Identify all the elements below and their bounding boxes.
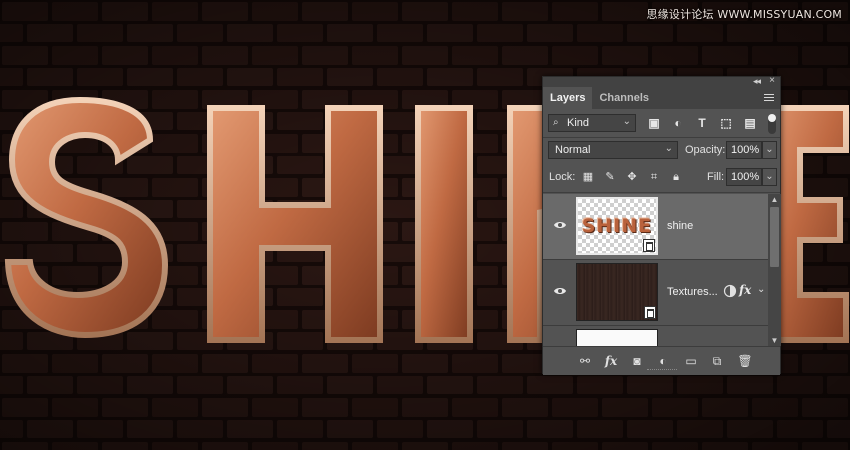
layer-row-shine[interactable]: SHINE shine: [543, 194, 768, 260]
filter-effects-icon[interactable]: [723, 284, 737, 298]
lock-all-icon[interactable]: 🔒︎: [669, 170, 683, 184]
expand-effects-chevron-icon[interactable]: ⌄: [757, 284, 765, 295]
lock-row: Lock: ▦ ✎ ✥ ⌗ 🔒︎ Fill: 100% ⌄: [543, 167, 780, 189]
eye-visibility-icon[interactable]: [553, 286, 567, 296]
add-layer-style-icon[interactable]: fx: [603, 353, 619, 369]
resize-grip[interactable]: [647, 369, 677, 373]
smart-object-badge-icon: [643, 239, 655, 252]
search-icon: ⌕: [553, 117, 559, 128]
smart-object-badge-icon: [644, 306, 656, 319]
fill-input[interactable]: 100%: [726, 168, 762, 186]
close-panel-icon[interactable]: ×: [769, 75, 775, 86]
lock-label: Lock:: [549, 171, 576, 183]
layer-name[interactable]: shine: [667, 220, 693, 232]
layer-fx-indicator[interactable]: fx: [739, 283, 751, 297]
panel-title-bar[interactable]: ◂◂ ×: [543, 75, 780, 87]
tab-channels[interactable]: Channels: [592, 87, 656, 109]
panel-tabs: Layers Channels: [543, 87, 780, 109]
thumbnail-text: SHINE: [581, 215, 653, 237]
layer-list-scrollbar[interactable]: ▲ ▼: [768, 194, 781, 346]
scrollbar-thumb[interactable]: [770, 207, 779, 267]
adjustment-filter-icon[interactable]: ◐: [670, 115, 686, 131]
filter-kind-label: Kind: [567, 117, 590, 129]
opacity-dropdown-icon[interactable]: ⌄: [762, 141, 777, 159]
image-filter-icon[interactable]: ▣: [646, 115, 662, 131]
type-filter-icon[interactable]: T: [694, 115, 710, 131]
shape-filter-icon[interactable]: ⬚: [718, 115, 734, 131]
opacity-label: Opacity:: [685, 144, 726, 156]
lock-position-icon[interactable]: ✥: [625, 170, 639, 184]
filter-kind-select[interactable]: ⌕ Kind ⌄: [548, 114, 636, 132]
layer-thumbnail: [576, 263, 658, 321]
letter-i: [415, 105, 473, 343]
add-mask-icon[interactable]: ◙: [629, 353, 645, 369]
fill-dropdown-icon[interactable]: ⌄: [762, 168, 777, 186]
eye-visibility-icon[interactable]: [553, 220, 567, 230]
lock-image-pixels-icon[interactable]: ✎: [603, 170, 617, 184]
layer-row-textures[interactable]: Textures... fx ⌄: [543, 260, 768, 326]
chevron-down-icon: ⌄: [622, 116, 631, 127]
tab-layers[interactable]: Layers: [543, 87, 593, 109]
layer-thumbnail: SHINE: [576, 197, 658, 255]
link-layers-icon[interactable]: ⚯: [577, 353, 593, 369]
scroll-down-icon[interactable]: ▼: [768, 335, 781, 346]
opacity-input[interactable]: 100%: [726, 141, 762, 159]
lock-transparent-pixels-icon[interactable]: ▦: [581, 170, 595, 184]
new-layer-icon[interactable]: ⧉: [709, 353, 725, 369]
blend-row: Normal ⌄ Opacity: 100% ⌄: [543, 140, 780, 162]
new-group-icon[interactable]: ▭: [683, 353, 699, 369]
smart-object-filter-icon[interactable]: ▤: [742, 115, 758, 131]
layer-row-background[interactable]: [543, 326, 768, 346]
chevron-down-icon: ⌄: [664, 143, 673, 154]
layer-name[interactable]: Textures...: [667, 286, 718, 298]
panel-menu-icon[interactable]: [764, 94, 774, 102]
filter-toggle-switch[interactable]: [768, 114, 776, 134]
layer-filter-row: ⌕ Kind ⌄ ▣ ◐ T ⬚ ▤: [543, 113, 780, 135]
layer-thumbnail: [576, 329, 658, 346]
panel-footer: ⚯ fx ◙ ◐ ▭ ⧉ 🗑︎: [543, 346, 780, 375]
lock-artboard-icon[interactable]: ⌗: [647, 170, 661, 184]
collapse-panel-icon[interactable]: ◂◂: [753, 76, 761, 87]
layers-panel: ◂◂ × Layers Channels ⌕ Kind ⌄ ▣ ◐ T ⬚ ▤ …: [542, 75, 781, 375]
blend-mode-select[interactable]: Normal ⌄: [548, 141, 678, 159]
blend-mode-value: Normal: [555, 144, 591, 156]
new-adjustment-layer-icon[interactable]: ◐: [655, 353, 671, 369]
fill-label: Fill:: [707, 171, 725, 183]
scroll-up-icon[interactable]: ▲: [768, 194, 781, 205]
layer-list: SHINE shine Textures... fx ⌄: [543, 194, 768, 346]
trash-icon[interactable]: 🗑︎: [737, 353, 753, 369]
watermark-text: 思缘设计论坛 WWW.MISSYUAN.COM: [646, 8, 842, 21]
